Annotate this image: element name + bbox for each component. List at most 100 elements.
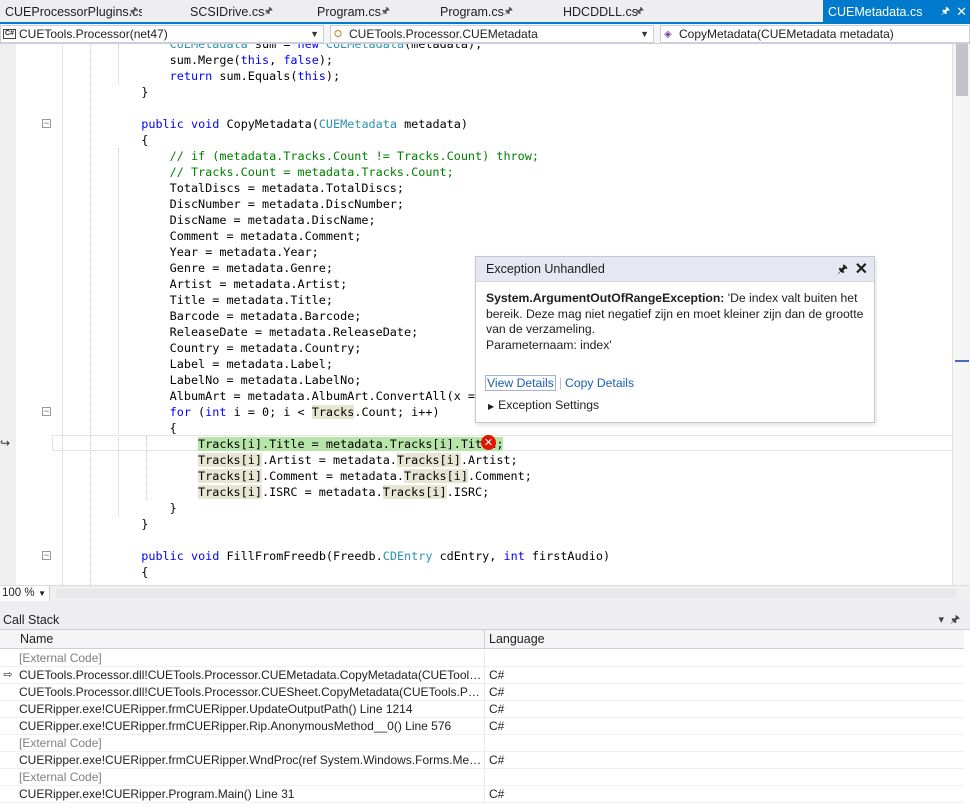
error-icon[interactable]: ✕ [481, 435, 496, 450]
column-header-language[interactable]: Language [489, 630, 545, 649]
call-stack-row[interactable]: CUERipper.exe!CUERipper.frmCUERipper.Rip… [0, 718, 970, 735]
frame-language: C# [489, 668, 505, 682]
pin-icon[interactable]: 🖈 [941, 0, 950, 22]
code-line[interactable]: // Tracks.Count = metadata.Tracks.Count; [56, 164, 454, 180]
code-line[interactable]: public void CopyMetadata(CUEMetadata met… [56, 116, 468, 132]
call-stack-row[interactable]: CUETools.Processor.dll!CUETools.Processo… [0, 684, 970, 701]
call-stack-row[interactable]: CUERipper.exe!CUERipper.Program.Main() L… [0, 786, 970, 803]
call-stack-row[interactable]: CUERipper.exe!CUERipper.frmCUERipper.Upd… [0, 701, 970, 718]
pin-icon[interactable]: 🖈 [950, 610, 960, 630]
column-divider [484, 650, 485, 667]
tab-hdcddll[interactable]: HDCDDLL.cs 🖈 [558, 0, 648, 22]
code-line[interactable]: { [56, 420, 177, 436]
call-stack-row[interactable]: [External Code] [0, 735, 970, 752]
code-line[interactable]: Tracks[i].Artist = metadata.Tracks[i].Ar… [56, 452, 518, 468]
code-line[interactable]: Barcode = metadata.Barcode; [56, 308, 362, 324]
code-line[interactable]: Country = metadata.Country; [56, 340, 362, 356]
column-divider [484, 786, 485, 803]
pin-icon[interactable]: 🖈 [129, 0, 138, 22]
pin-icon[interactable]: 🖈 [381, 0, 390, 22]
code-line[interactable]: ReleaseDate = metadata.ReleaseDate; [56, 324, 419, 340]
pin-icon[interactable]: 🖈 [635, 0, 644, 22]
view-details-link[interactable]: View Details [485, 375, 556, 391]
code-line[interactable]: // if (metadata.Tracks.Count != Tracks.C… [56, 148, 539, 164]
zoom-dropdown[interactable]: 100 % ▼ [0, 586, 50, 601]
code-line[interactable]: Genre = metadata.Genre; [56, 260, 333, 276]
member-dropdown[interactable]: ◈ CopyMetadata(CUEMetadata metadata) [660, 25, 970, 43]
exception-helper-popup: Exception Unhandled 🖈 ✕ System.ArgumentO… [475, 256, 875, 423]
code-line[interactable]: } [56, 500, 177, 516]
code-line[interactable]: { [56, 564, 148, 580]
panel-splitter[interactable] [0, 601, 970, 610]
zoom-level: 100 % [2, 587, 35, 599]
code-line[interactable]: Comment = metadata.Comment; [56, 228, 362, 244]
code-line[interactable]: return sum.Equals(this); [56, 68, 341, 84]
code-line[interactable]: DiscNumber = metadata.DiscNumber; [56, 196, 404, 212]
code-line[interactable]: LabelNo = metadata.LabelNo; [56, 372, 362, 388]
tab-label: CUEProcessorPlugins.cs [5, 5, 142, 19]
editor-bottom-bar: 100 % ▼ [0, 585, 970, 601]
call-stack-row[interactable]: CUERipper.exe!CUERipper.frmCUERipper.Wnd… [0, 752, 970, 769]
code-line[interactable]: Year = metadata.Year; [56, 244, 319, 260]
code-line[interactable]: } [56, 516, 148, 532]
column-divider [484, 769, 485, 786]
frame-name: [External Code] [19, 651, 102, 665]
window-position-dropdown-icon[interactable]: ▾ [938, 610, 944, 630]
code-line[interactable]: public void FillFromFreedb(Freedb.CDEntr… [56, 548, 610, 564]
code-line[interactable]: sum.Merge(this, false); [56, 52, 333, 68]
copy-details-link[interactable]: Copy Details [565, 376, 634, 390]
frame-language: C# [489, 719, 505, 733]
current-statement-arrow-icon: ↪ [0, 436, 11, 450]
column-divider[interactable] [484, 630, 485, 649]
call-stack-row[interactable]: [External Code] [0, 769, 970, 786]
collapse-toggle[interactable]: − [42, 551, 51, 560]
code-line[interactable]: Title = metadata.Title; [56, 292, 333, 308]
column-header-name[interactable]: Name [20, 630, 53, 649]
code-line[interactable]: Label = metadata.Label; [56, 356, 333, 372]
tab-label: SCSIDrive.cs [190, 5, 265, 19]
exception-message: System.ArgumentOutOfRangeException: 'De … [476, 282, 874, 353]
pin-icon[interactable]: 🖈 [264, 0, 273, 22]
code-line[interactable]: Artist = metadata.Artist; [56, 276, 348, 292]
exception-settings-label: Exception Settings [498, 398, 600, 412]
tab-cuemetadata[interactable]: CUEMetadata.cs 🖈 ✕ [823, 0, 970, 22]
class-dropdown[interactable]: ⭘ CUETools.Processor.CUEMetadata ▼ [330, 25, 654, 43]
column-divider [484, 735, 485, 752]
close-icon[interactable]: ✕ [956, 0, 967, 22]
horizontal-scrollbar[interactable] [56, 589, 956, 598]
code-line[interactable]: Tracks[i].Comment = metadata.Tracks[i].C… [56, 468, 532, 484]
frame-language: C# [489, 685, 505, 699]
tab-program-2[interactable]: Program.cs 🖈 [435, 0, 517, 22]
code-line[interactable]: } [56, 84, 148, 100]
code-line[interactable]: Tracks[i].Title = metadata.Tracks[i].Tit… [56, 436, 504, 452]
call-stack-title: Call Stack [3, 613, 60, 627]
frame-language: C# [489, 787, 505, 801]
code-line[interactable]: Tracks[i].ISRC = metadata.Tracks[i].ISRC… [56, 484, 489, 500]
member-label: CopyMetadata(CUEMetadata metadata) [679, 27, 894, 41]
close-icon[interactable]: ✕ [855, 257, 868, 282]
chevron-down-icon: ▼ [310, 29, 319, 39]
call-stack-row[interactable]: ⇨ CUETools.Processor.dll!CUETools.Process… [0, 667, 970, 684]
code-line[interactable]: for (int i = 0; i < Tracks.Count; i++) [56, 404, 440, 420]
pin-icon[interactable]: 🖈 [837, 257, 848, 282]
exception-settings-expander[interactable]: ▶ Exception Settings [488, 398, 599, 412]
code-line[interactable]: CUEMetadata sum = new CUEMetadata(metada… [56, 44, 483, 52]
vertical-scrollbar[interactable] [952, 44, 970, 585]
code-line[interactable]: DiscName = metadata.DiscName; [56, 212, 376, 228]
call-stack-row[interactable]: [External Code] [0, 650, 970, 667]
project-dropdown[interactable]: C# CUETools.Processor(net47) ▼ [0, 25, 324, 43]
glyph-margin[interactable] [0, 44, 16, 585]
code-line[interactable]: TotalDiscs = metadata.TotalDiscs; [56, 180, 404, 196]
tab-program[interactable]: Program.cs 🖈 [312, 0, 394, 22]
tab-label: HDCDDLL.cs [563, 5, 639, 19]
code-line[interactable]: AlbumArt = metadata.AlbumArt.ConvertAll(… [56, 388, 511, 404]
scrollbar-thumb[interactable] [956, 44, 968, 96]
exception-param: Parameternaam: index' [486, 337, 612, 352]
pin-icon[interactable]: 🖈 [504, 0, 513, 22]
collapse-toggle[interactable]: − [42, 407, 51, 416]
tab-cueprocessorplugins[interactable]: CUEProcessorPlugins.cs 🖈 [0, 0, 142, 22]
collapse-toggle[interactable]: − [42, 119, 51, 128]
code-line[interactable]: { [56, 132, 148, 148]
tab-scsidrive[interactable]: SCSIDrive.cs 🖈 [185, 0, 277, 22]
call-stack-scrollbar[interactable] [964, 630, 970, 809]
